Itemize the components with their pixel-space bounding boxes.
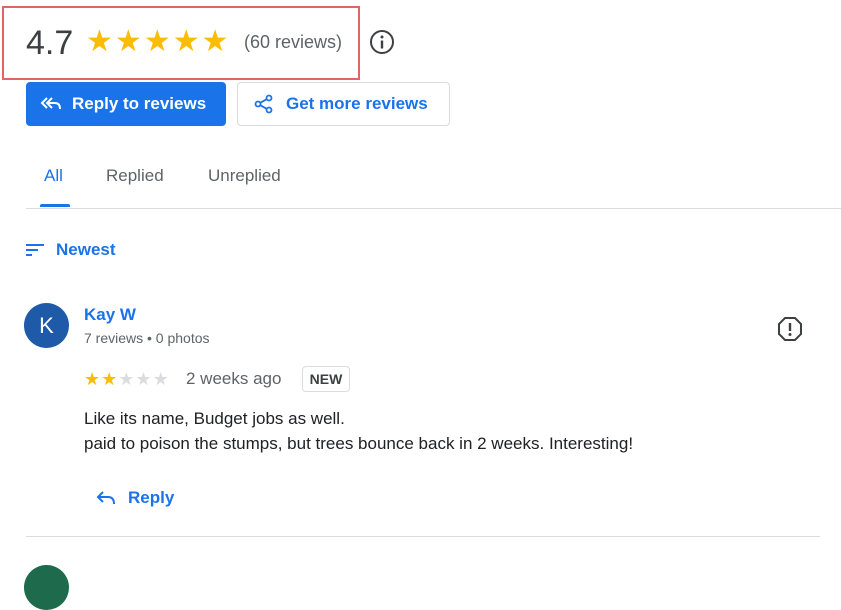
review-stars: ★ ★ ★ ★ ★	[84, 368, 169, 390]
reply-button[interactable]: Reply	[96, 488, 174, 508]
star-icon: ★	[114, 25, 142, 58]
new-badge: NEW	[302, 366, 350, 392]
star-icon: ★	[84, 369, 101, 389]
avatar-letter: K	[39, 312, 54, 338]
review-text-line: paid to poison the stumps, but trees bou…	[84, 434, 634, 453]
sort-icon	[26, 244, 44, 256]
info-icon[interactable]	[368, 28, 396, 56]
reviewer-meta: 7 reviews • 0 photos	[84, 330, 210, 346]
tab-replied[interactable]: Replied	[106, 166, 164, 186]
active-tab-indicator	[40, 204, 70, 207]
avatar[interactable]: K	[24, 303, 69, 348]
review-time: 2 weeks ago	[186, 369, 282, 388]
divider	[26, 536, 820, 537]
tab-unreplied[interactable]: Unreplied	[208, 166, 281, 186]
review-filter-tabs: All Replied Unreplied	[26, 160, 841, 209]
reviewer-name[interactable]: Kay W	[84, 305, 136, 325]
overall-rating: 4.7	[26, 24, 74, 62]
star-icon: ★	[86, 25, 113, 58]
sort-button[interactable]: Newest	[26, 240, 116, 260]
review-count: (60 reviews)	[244, 32, 343, 52]
star-empty-icon: ★	[118, 369, 135, 389]
star-icon: ★	[172, 25, 200, 58]
review-text: Like its name, Budget jobs as well. paid…	[84, 406, 633, 456]
reply-to-reviews-label: Reply to reviews	[72, 94, 207, 113]
star-empty-icon: ★	[152, 369, 169, 389]
report-icon[interactable]	[777, 316, 803, 342]
sort-label: Newest	[56, 240, 116, 259]
star-empty-icon: ★	[135, 369, 152, 389]
star-icon: ★	[143, 25, 171, 58]
rating-summary-box: 4.7 ★ ★ ★ ★ ★ (60 reviews)	[2, 6, 360, 80]
reply-label: Reply	[128, 488, 175, 507]
get-more-reviews-label: Get more reviews	[286, 94, 428, 113]
star-icon: ★	[101, 369, 118, 389]
share-icon	[254, 94, 273, 114]
overall-stars: ★ ★ ★ ★ ★	[86, 26, 229, 58]
review-text-line: Like its name, Budget jobs as well.	[84, 409, 345, 428]
reply-to-reviews-button[interactable]: Reply to reviews	[26, 82, 226, 126]
tab-all[interactable]: All	[44, 166, 63, 186]
star-icon: ★	[201, 25, 229, 58]
reply-all-icon	[40, 97, 61, 110]
get-more-reviews-button[interactable]: Get more reviews	[237, 82, 450, 126]
reply-icon	[96, 491, 115, 505]
